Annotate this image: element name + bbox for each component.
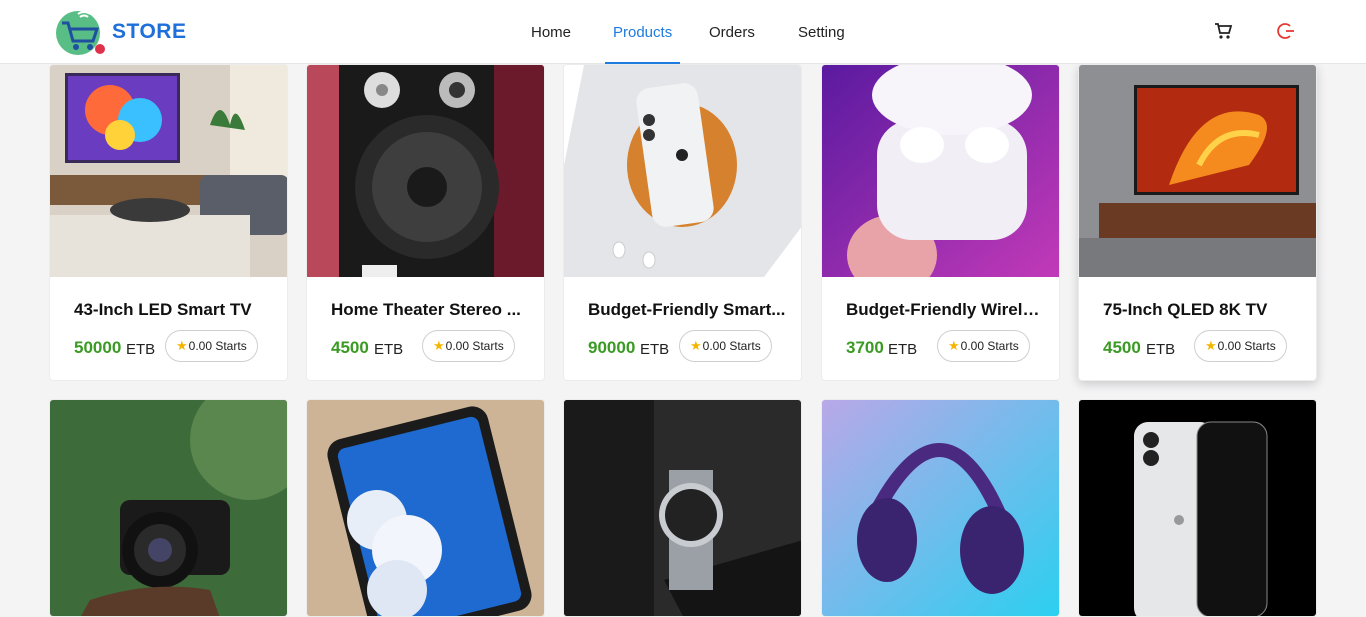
product-price: 4500 xyxy=(1103,338,1141,357)
product-card-9[interactable] xyxy=(821,399,1060,617)
nav-products[interactable]: Products xyxy=(604,0,681,64)
product-price: 3700 xyxy=(846,338,884,357)
product-currency: ETB xyxy=(888,341,918,358)
top-header: STORE Home Products Orders Setting xyxy=(0,0,1366,64)
product-card-1[interactable]: 43-Inch LED Smart TV 50000 ETB ★ 0.00 St… xyxy=(49,64,288,381)
star-icon: ★ xyxy=(948,338,960,353)
nav-setting[interactable]: Setting xyxy=(798,0,845,64)
product-price: 90000 xyxy=(588,338,636,357)
rating-text: 0.00 Starts xyxy=(188,339,247,353)
rating-text: 0.00 Starts xyxy=(1217,339,1276,353)
rating-badge[interactable]: ★ 0.00 Starts xyxy=(422,330,515,362)
star-icon: ★ xyxy=(433,338,445,353)
product-image[interactable] xyxy=(50,65,287,277)
rating-badge[interactable]: ★ 0.00 Starts xyxy=(1194,330,1287,362)
rating-text: 0.00 Starts xyxy=(960,339,1019,353)
nav-orders[interactable]: Orders xyxy=(709,0,755,64)
rating-text: 0.00 Starts xyxy=(445,339,504,353)
product-image[interactable] xyxy=(822,400,1059,616)
product-title[interactable]: Budget-Friendly Wirele... xyxy=(846,300,1046,320)
product-card-8[interactable] xyxy=(563,399,802,617)
product-image[interactable] xyxy=(50,400,287,616)
star-icon: ★ xyxy=(690,338,702,353)
product-card-10[interactable] xyxy=(1078,399,1317,617)
product-image[interactable] xyxy=(307,65,544,277)
star-icon: ★ xyxy=(1205,338,1217,353)
product-currency: ETB xyxy=(1146,341,1176,358)
product-image[interactable] xyxy=(1079,400,1316,616)
product-image[interactable] xyxy=(564,400,801,616)
product-card-2[interactable]: Home Theater Stereo ... 4500 ETB ★ 0.00 … xyxy=(306,64,545,381)
product-price: 50000 xyxy=(74,338,122,357)
cart-icon[interactable] xyxy=(1213,21,1233,41)
store-logo[interactable] xyxy=(54,9,106,57)
rating-text: 0.00 Starts xyxy=(702,339,761,353)
product-card-5[interactable]: 75-Inch QLED 8K TV 4500 ETB ★ 0.00 Start… xyxy=(1078,64,1317,381)
product-currency: ETB xyxy=(374,341,404,358)
rating-badge[interactable]: ★ 0.00 Starts xyxy=(679,330,772,362)
product-title[interactable]: Home Theater Stereo ... xyxy=(331,300,531,320)
product-card-4[interactable]: Budget-Friendly Wirele... 3700 ETB ★ 0.0… xyxy=(821,64,1060,381)
rating-badge[interactable]: ★ 0.00 Starts xyxy=(165,330,258,362)
brand-name[interactable]: STORE xyxy=(112,20,186,44)
nav-home[interactable]: Home xyxy=(531,0,571,64)
product-image[interactable] xyxy=(307,400,544,616)
star-icon: ★ xyxy=(176,338,188,353)
product-card-6[interactable] xyxy=(49,399,288,617)
product-image[interactable] xyxy=(564,65,801,277)
product-currency: ETB xyxy=(640,341,670,358)
product-image[interactable] xyxy=(1079,65,1316,277)
product-price: 4500 xyxy=(331,338,369,357)
rating-badge[interactable]: ★ 0.00 Starts xyxy=(937,330,1030,362)
product-title[interactable]: 43-Inch LED Smart TV xyxy=(74,300,274,320)
product-card-3[interactable]: Budget-Friendly Smart... 90000 ETB ★ 0.0… xyxy=(563,64,802,381)
logout-icon[interactable] xyxy=(1276,21,1296,41)
product-card-7[interactable] xyxy=(306,399,545,617)
product-currency: ETB xyxy=(126,341,156,358)
product-title[interactable]: 75-Inch QLED 8K TV xyxy=(1103,300,1303,320)
product-image[interactable] xyxy=(822,65,1059,277)
product-title[interactable]: Budget-Friendly Smart... xyxy=(588,300,788,320)
